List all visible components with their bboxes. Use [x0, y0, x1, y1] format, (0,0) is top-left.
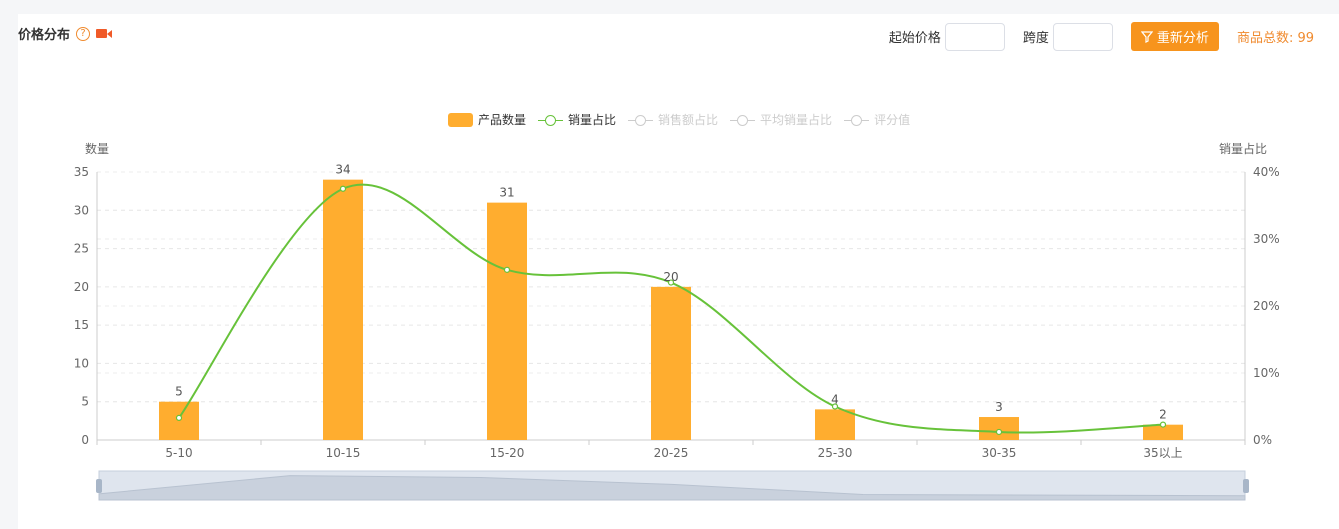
y-tick-label-left: 35	[74, 165, 89, 179]
y-tick-label-right: 20%	[1253, 299, 1280, 313]
bar-value-label: 31	[499, 186, 514, 200]
bar	[979, 417, 1019, 440]
y-tick-label-left: 20	[74, 280, 89, 294]
x-tick-label: 35以上	[1143, 446, 1182, 460]
bar-value-label: 2	[1159, 408, 1167, 422]
y-tick-label-right: 10%	[1253, 366, 1280, 380]
x-tick-label: 15-20	[490, 446, 525, 460]
bar	[815, 409, 855, 440]
bar	[651, 286, 691, 440]
bar-value-label: 20	[663, 270, 678, 284]
y-tick-label-right: 0%	[1253, 433, 1272, 447]
bar-series	[159, 179, 1183, 440]
sales-share-point	[1159, 421, 1167, 428]
bar	[323, 179, 363, 440]
x-tick-label: 20-25	[654, 446, 689, 460]
y-tick-label-left: 15	[74, 318, 89, 332]
zoom-handle-left	[96, 479, 102, 493]
y-tick-label-left: 10	[74, 356, 89, 370]
y-tick-label-right: 30%	[1253, 232, 1280, 246]
sales-share-point	[339, 185, 347, 192]
sales-share-point	[995, 428, 1003, 436]
bar-value-label: 4	[831, 392, 839, 406]
data-zoom-slider[interactable]	[96, 470, 1249, 501]
sales-share-point	[175, 414, 183, 421]
y-axis-title-left: 数量	[85, 141, 109, 156]
bar-value-label: 5	[175, 385, 183, 399]
y-tick-label-left: 0	[81, 433, 89, 447]
sales-share-point	[503, 266, 511, 273]
y-tick-label-left: 30	[74, 203, 89, 217]
zoom-handle-right	[1243, 479, 1249, 493]
y-tick-label-right: 40%	[1253, 165, 1280, 179]
x-tick-label: 10-15	[326, 446, 361, 460]
y-axis-title-right: 销量占比	[1219, 141, 1267, 156]
bar-value-label: 34	[335, 163, 350, 177]
x-tick-label: 5-10	[165, 446, 192, 460]
x-tick-label: 25-30	[818, 446, 853, 460]
bar	[487, 202, 527, 440]
price-distribution-chart: 051015202530350%10%20%30%40%5-10 10-15 15-…	[74, 141, 1280, 501]
bar-value-label: 3	[995, 400, 1003, 414]
y-tick-label-left: 5	[81, 395, 89, 409]
x-tick-label: 30-35	[982, 446, 1017, 460]
y-tick-label-left: 25	[74, 242, 89, 256]
